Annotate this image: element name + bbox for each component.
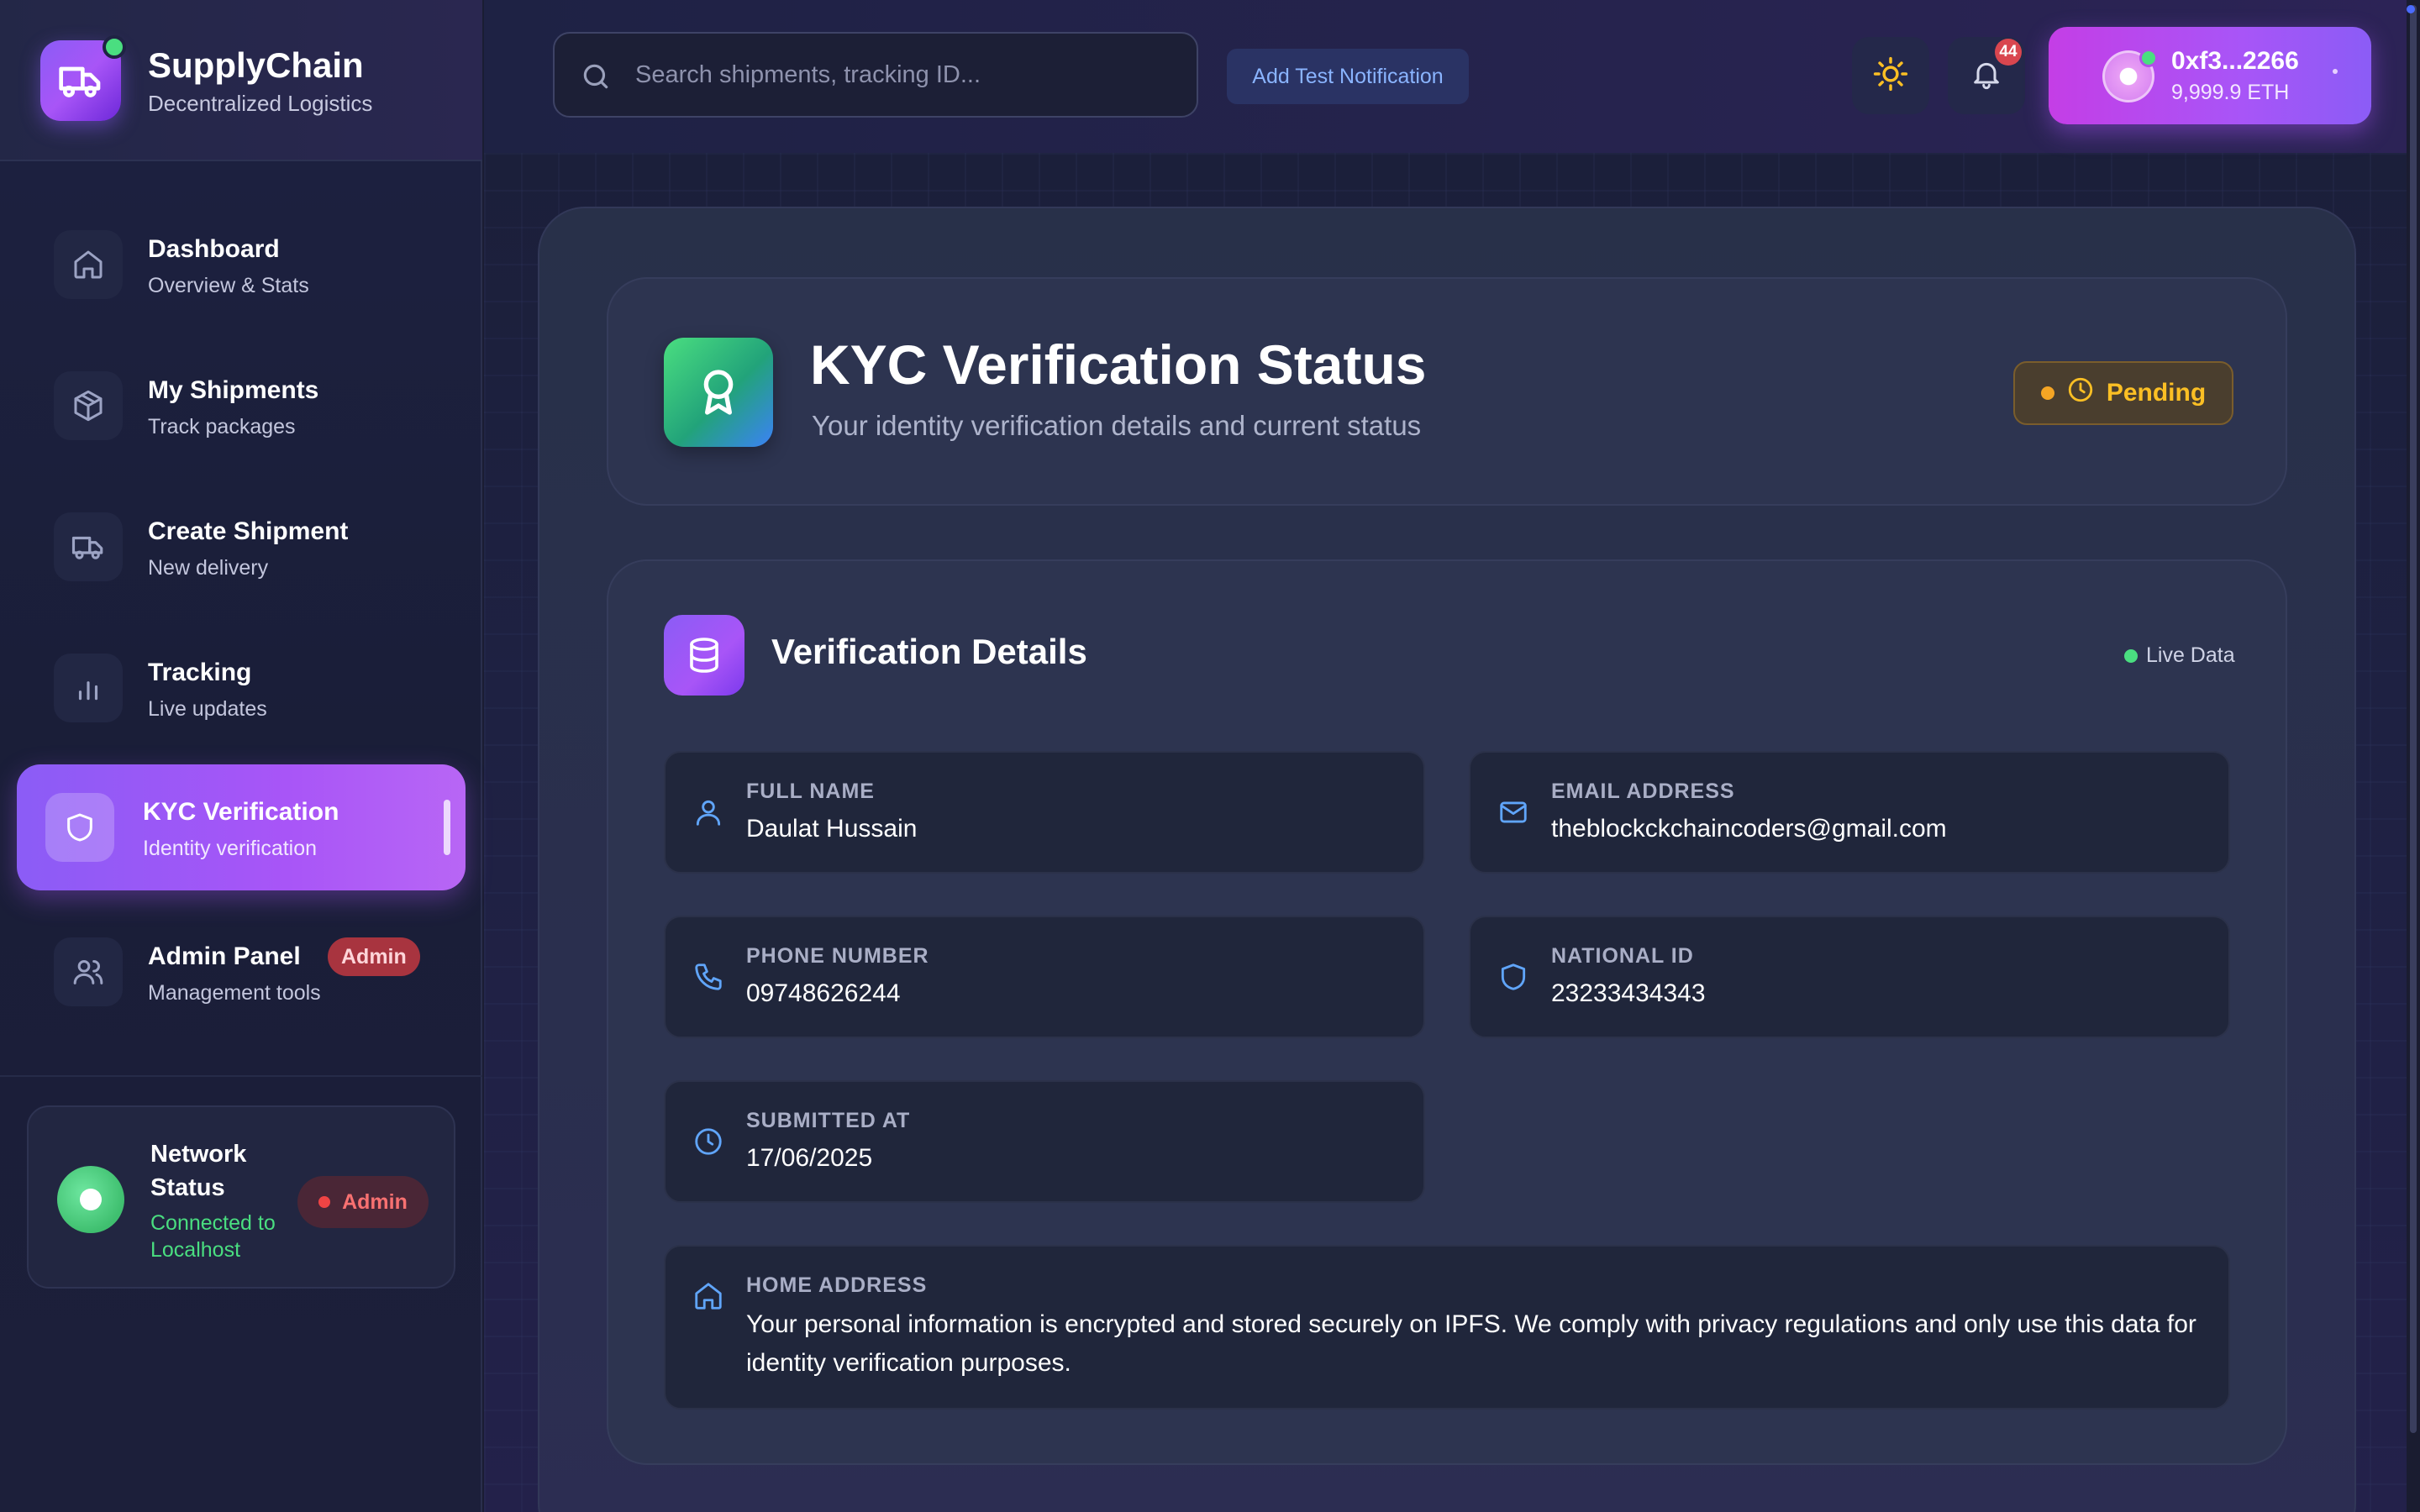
network-status-indicator [57, 1166, 124, 1233]
sidebar-item-title: Create Shipment [148, 517, 349, 545]
sidebar-item-subtitle: Overview & Stats [148, 274, 309, 297]
network-status-card: Network Status Connected to Localhost Ad… [27, 1105, 455, 1289]
database-icon [664, 615, 744, 696]
live-dot-icon [2124, 648, 2138, 663]
search-input[interactable] [635, 34, 1173, 116]
sidebar-item-tracking[interactable]: Tracking Live updates [17, 625, 466, 751]
bar-chart-icon [54, 654, 123, 722]
sidebar-item-title: My Shipments [148, 376, 319, 404]
notifications-button[interactable]: 44 [1948, 37, 2025, 114]
network-status-text: Connected to Localhost [150, 1211, 276, 1262]
wallet-button[interactable]: 0xf3...2266 9,999.9 ETH [2049, 27, 2371, 124]
online-indicator [103, 35, 126, 59]
sidebar-divider [0, 1075, 482, 1077]
brand-subtitle: Decentralized Logistics [148, 91, 373, 116]
field-label: HOME ADDRESS [746, 1273, 928, 1297]
field-label: EMAIL ADDRESS [1551, 780, 1735, 803]
network-admin-badge: Admin [297, 1176, 429, 1228]
sidebar-item-subtitle: New delivery [148, 556, 269, 580]
brand-title: SupplyChain [148, 45, 364, 85]
add-test-notification-button[interactable]: Add Test Notification [1227, 49, 1469, 104]
home-icon [54, 230, 123, 299]
shield-icon [1497, 961, 1529, 997]
admin-dot-icon [318, 1196, 331, 1208]
page-subtitle: Your identity verification details and c… [812, 410, 1422, 441]
section-title: Verification Details [771, 632, 1087, 671]
user-icon [692, 796, 724, 832]
sidebar-item-title: Admin Panel [148, 942, 301, 970]
field-value: Daulat Hussain [746, 815, 918, 843]
field-label: PHONE NUMBER [746, 944, 929, 968]
page-scrollbar[interactable] [2407, 0, 2420, 1512]
status-badge-label: Pending [2106, 379, 2207, 407]
package-icon [54, 371, 123, 440]
live-data-label: Live Data [2146, 643, 2235, 667]
field-value: 17/06/2025 [746, 1144, 873, 1172]
status-dot-icon [2040, 386, 2054, 400]
sidebar-item-title: Dashboard [148, 235, 280, 263]
bell-icon [1970, 57, 2003, 95]
phone-field: PHONE NUMBER 09748626244 [664, 916, 1425, 1038]
sidebar-item-subtitle: Management tools [148, 981, 321, 1005]
field-label: NATIONAL ID [1551, 944, 1694, 968]
brand-header: SupplyChain Decentralized Logistics [0, 0, 482, 161]
field-label: SUBMITTED AT [746, 1109, 911, 1132]
live-data-indicator: Live Data [2124, 643, 2235, 668]
award-icon [664, 338, 773, 447]
full-name-field: FULL NAME Daulat Hussain [664, 751, 1425, 874]
sun-icon [1873, 56, 1908, 96]
kyc-status-card: KYC Verification Status Your identity ve… [607, 277, 2287, 506]
submitted-at-field: SUBMITTED AT 17/06/2025 [664, 1080, 1425, 1203]
wallet-menu-icon [2333, 69, 2338, 74]
top-header: Add Test Notification 44 0xf3...2266 9,9… [484, 0, 2408, 153]
network-status-title: Network Status [150, 1141, 247, 1201]
sidebar-item-title: KYC Verification [143, 798, 339, 826]
clock-icon [2066, 375, 2095, 411]
field-value: 09748626244 [746, 979, 901, 1007]
sidebar-item-title: Tracking [148, 659, 252, 686]
field-label: FULL NAME [746, 780, 875, 803]
truck-icon [54, 512, 123, 581]
theme-toggle-button[interactable] [1852, 37, 1929, 114]
scroll-indicator [2407, 5, 2415, 13]
wallet-address: 0xf3...2266 [2171, 47, 2299, 75]
home-icon [692, 1280, 724, 1316]
email-field: EMAIL ADDRESS theblockckchaincoders@gmai… [1469, 751, 2230, 874]
sidebar-item-dashboard[interactable]: Dashboard Overview & Stats [17, 202, 466, 328]
verification-details-card: Verification Details Live Data FULL NAME… [607, 559, 2287, 1465]
shield-icon [45, 793, 114, 862]
mail-icon [1497, 796, 1529, 832]
national-id-field: NATIONAL ID 23233434343 [1469, 916, 2230, 1038]
clock-icon [692, 1126, 724, 1162]
field-value: theblockckchaincoders@gmail.com [1551, 815, 1947, 843]
sidebar: SupplyChain Decentralized Logistics Dash… [0, 0, 482, 1512]
sidebar-item-kyc-verification[interactable]: KYC Verification Identity verification [17, 764, 466, 890]
wallet-connected-indicator [2139, 49, 2158, 67]
sidebar-item-subtitle: Track packages [148, 415, 296, 438]
network-admin-label: Admin [342, 1189, 408, 1214]
status-badge: Pending [2013, 361, 2233, 425]
sidebar-item-my-shipments[interactable]: My Shipments Track packages [17, 343, 466, 469]
search-icon [580, 60, 612, 97]
scrollbar-thumb[interactable] [2410, 5, 2417, 1433]
sidebar-item-subtitle: Identity verification [143, 837, 318, 860]
phone-icon [692, 961, 724, 997]
sidebar-item-subtitle: Live updates [148, 697, 267, 721]
users-icon [54, 937, 123, 1006]
search-bar[interactable] [553, 32, 1198, 118]
sidebar-item-create-shipment[interactable]: Create Shipment New delivery [17, 484, 466, 610]
page-title: KYC Verification Status [810, 333, 1427, 396]
field-value: 23233434343 [1551, 979, 1706, 1007]
sidebar-item-admin-panel[interactable]: Admin Panel Admin Management tools [17, 909, 466, 1035]
wallet-balance: 9,999.9 ETH [2171, 81, 2290, 104]
admin-badge: Admin [328, 937, 420, 976]
field-value: Your personal information is encrypted a… [746, 1310, 2196, 1377]
home-address-field: HOME ADDRESS Your personal information i… [664, 1245, 2230, 1410]
active-indicator [444, 800, 450, 855]
notification-count-badge: 44 [1995, 39, 2022, 66]
